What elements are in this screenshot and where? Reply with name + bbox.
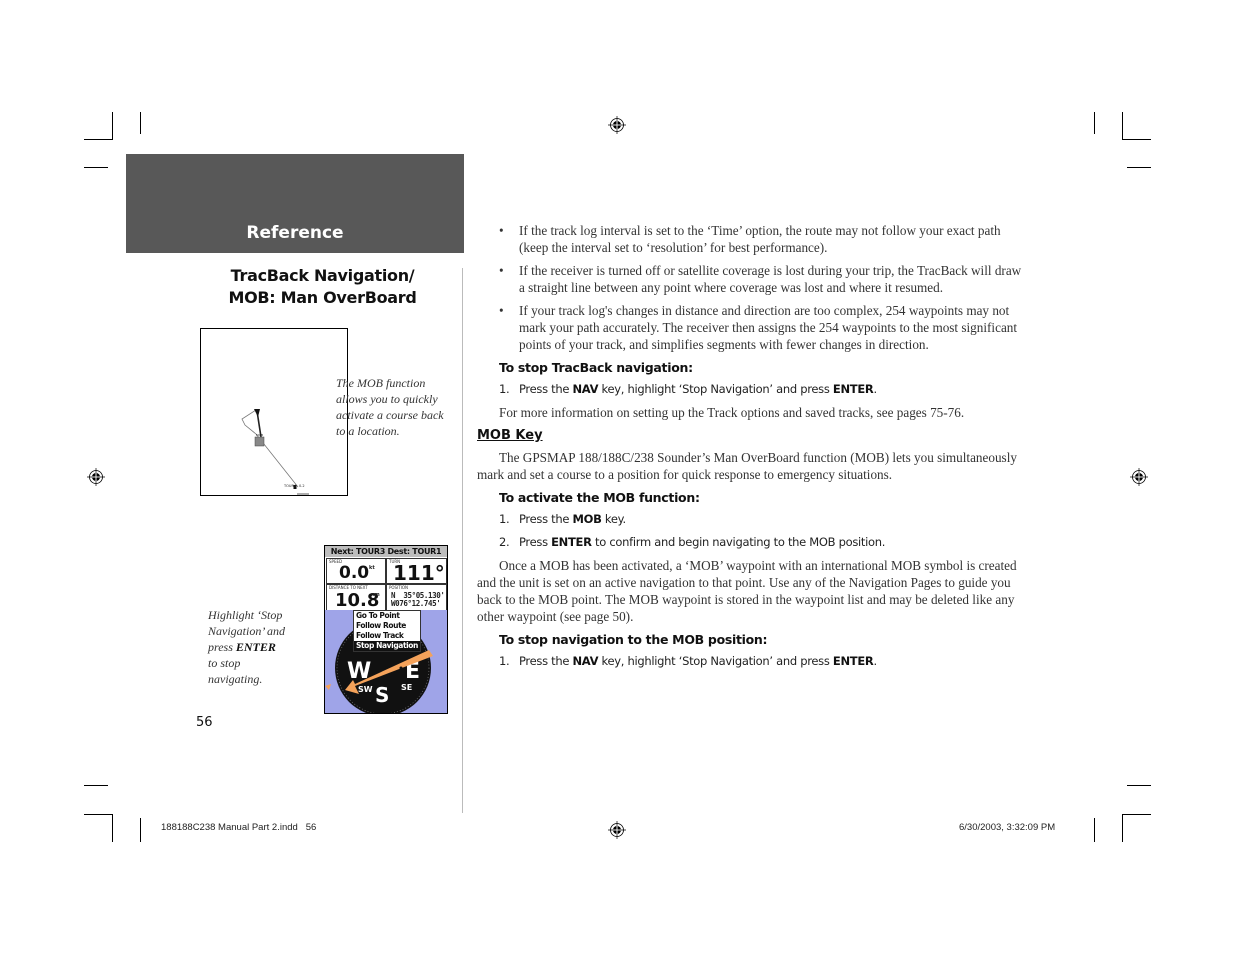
menu-item-follow-route[interactable]: Follow Route <box>354 621 420 631</box>
menu-item-follow-track[interactable]: Follow Track <box>354 631 420 641</box>
turn-field: TURN 111°L <box>386 558 447 585</box>
page-title: TracBack Navigation/ MOB: Man OverBoard <box>228 266 417 307</box>
mob-map-figure: MOB TOUR4 0.2 <box>200 328 348 496</box>
column-divider <box>462 268 463 813</box>
mob-intro-paragraph: The GPSMAP 188/188C/238 Sounder’s Man Ov… <box>477 450 1017 482</box>
compass-area: W E S SW SE Go To Point Follow Route Fol… <box>325 610 447 713</box>
activate-mob-heading: To activate the MOB function: <box>499 490 700 505</box>
footer-timestamp: 6/30/2003, 3:32:09 PM <box>959 822 1056 833</box>
nav-options-menu: Go To Point Follow Route Follow Track St… <box>353 610 421 652</box>
map-caption: The MOB function allows you to quickly a… <box>336 376 444 438</box>
compass-s: S <box>375 683 389 707</box>
more-info-paragraph: For more information on setting up the T… <box>499 405 965 420</box>
gps-nav-screen-figure: Next: TOUR3 Dest: TOUR1 SPEED 0.0 kt TUR… <box>324 545 448 714</box>
mob-key-heading: MOB Key <box>477 428 543 443</box>
registration-mark-icon <box>1130 468 1148 486</box>
gps-caption: Highlight ‘Stop Navigation’ and press EN… <box>208 608 285 686</box>
menu-item-go-to-point[interactable]: Go To Point <box>354 611 420 621</box>
registration-mark-icon <box>608 821 626 839</box>
section-tab-title: Reference <box>246 223 344 243</box>
stop-mob-step: 1. Press the NAV key, highlight ‘Stop Nav… <box>499 654 877 668</box>
footer-file-slug: 188188C238 Manual Part 2.indd 56 <box>161 822 317 833</box>
stop-mob-heading: To stop navigation to the MOB position: <box>499 632 768 647</box>
activate-step-1: 1. Press the MOB key. <box>499 512 626 526</box>
mob-waypoint-label: MOB <box>256 433 264 437</box>
stop-tracback-heading: To stop TracBack navigation: <box>499 360 693 375</box>
gps-header: Next: TOUR3 Dest: TOUR1 <box>325 546 447 557</box>
position-field: POSITION N 35°05.130' W076°12.745' <box>386 584 447 611</box>
menu-item-stop-navigation[interactable]: Stop Navigation <box>354 641 420 651</box>
page-number: 56 <box>196 715 213 730</box>
distance-field: DISTANCE TO NEXT 10.8 nm <box>326 584 386 611</box>
registration-mark-icon <box>608 116 626 134</box>
registration-mark-icon <box>87 468 105 486</box>
bullet-item: • If the track log interval is set to the… <box>499 223 1001 255</box>
bullet-item: • If the receiver is turned off or satell… <box>499 263 1022 295</box>
compass-sw: SW <box>358 685 373 694</box>
mob-detail-paragraph: Once a MOB has been activated, a ‘MOB’ w… <box>477 558 1017 624</box>
tour-waypoint-label: TOUR4 <box>284 484 297 488</box>
compass-se: SE <box>401 683 412 692</box>
track-map-drawing <box>241 409 309 495</box>
map-scale-label: 0.2 <box>299 484 305 488</box>
speed-field: SPEED 0.0 kt <box>326 558 386 584</box>
main-text-column: • If the track log interval is set to the… <box>477 222 1022 676</box>
activate-step-2: 2. Press ENTER to confirm and begin navig… <box>499 535 886 549</box>
bullet-item: • If your track log's changes in distance… <box>499 303 1018 352</box>
stop-tracback-step: 1. Press the NAV key, highlight ‘Stop Nav… <box>499 382 877 396</box>
section-header-band: Reference <box>126 154 464 253</box>
